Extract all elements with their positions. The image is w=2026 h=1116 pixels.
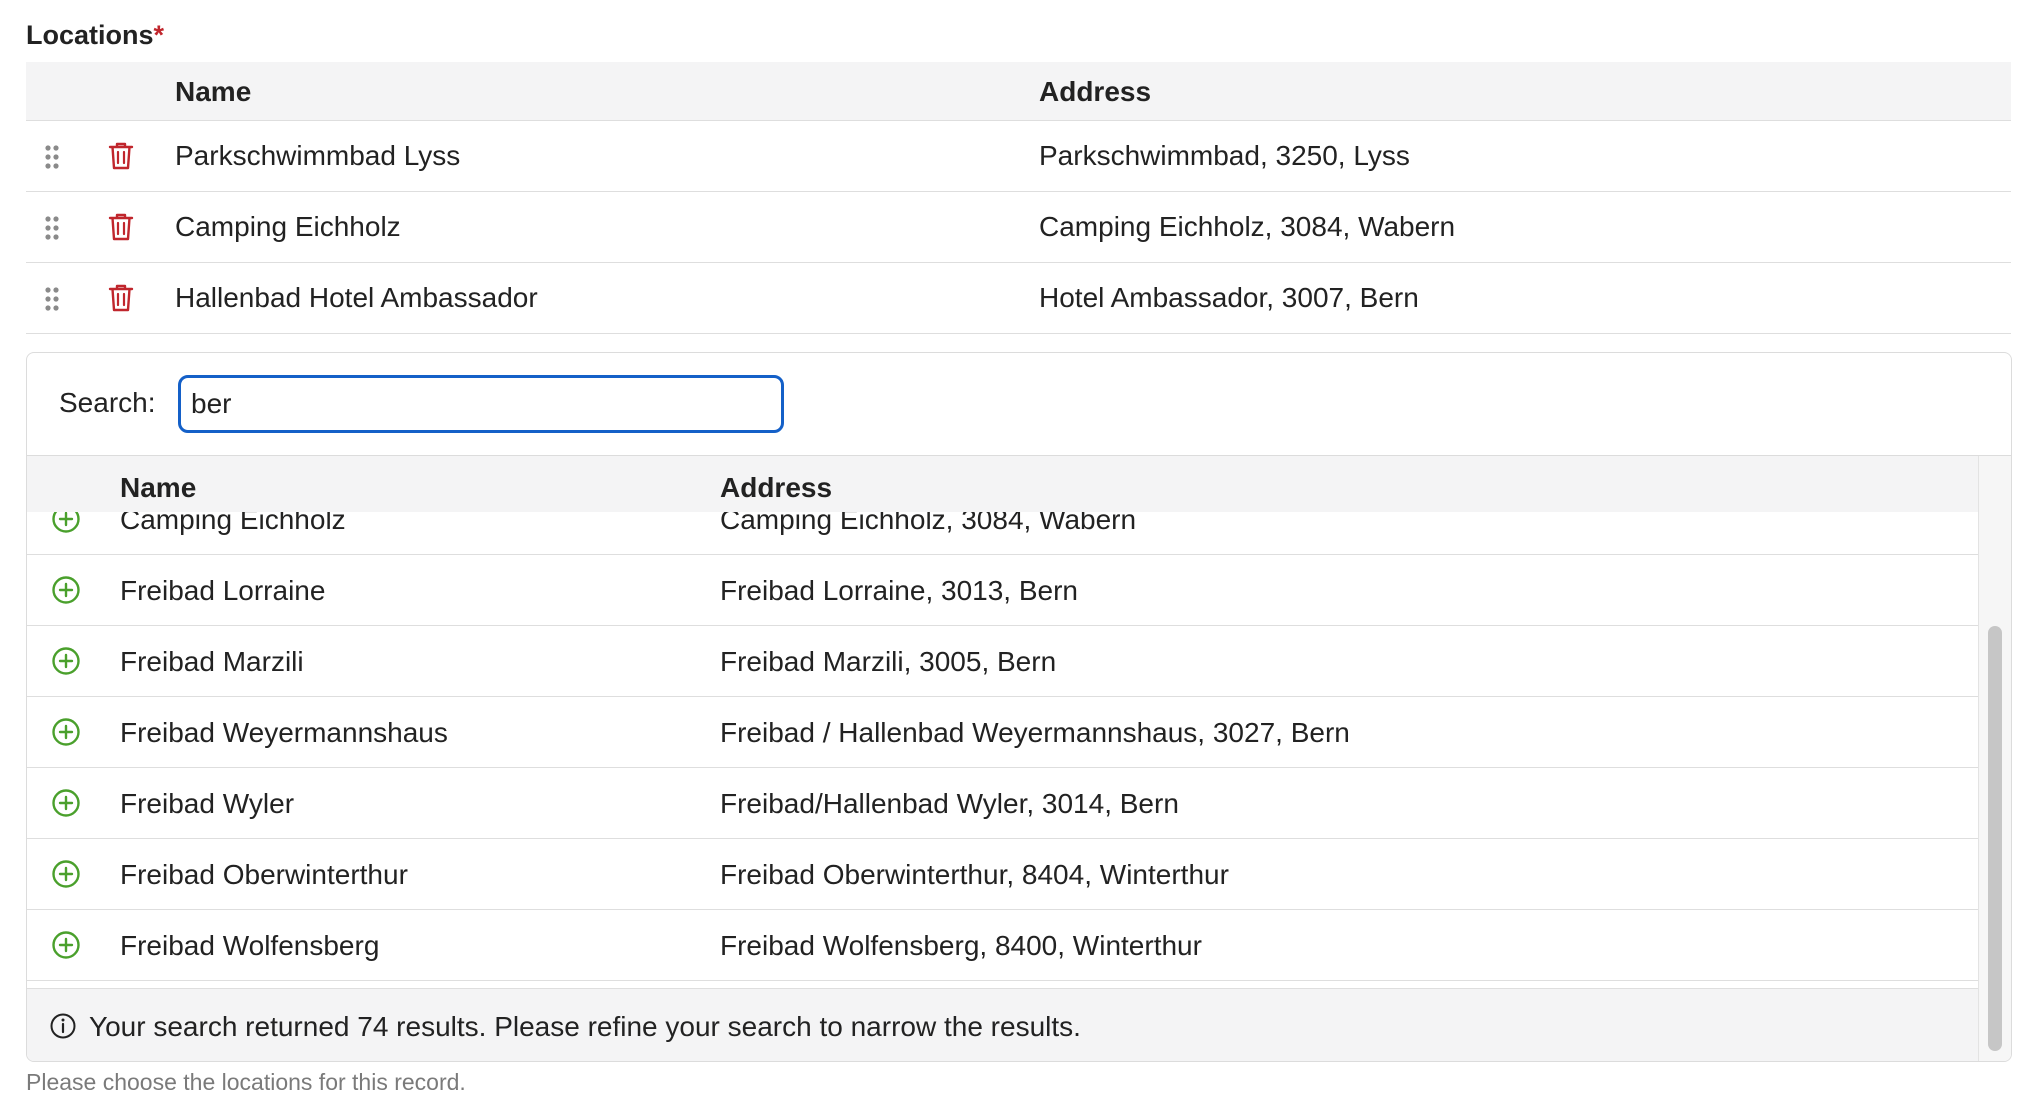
location-name: Parkschwimmbad Lyss xyxy=(175,140,461,171)
scrollbar-thumb[interactable] xyxy=(1988,626,2002,1051)
selected-locations-table: Name Address Parkschwimmbad Lyss Parkschw… xyxy=(26,62,2011,334)
field-label-text: Locations xyxy=(26,20,154,50)
result-address: Freibad/Hallenbad Wyler, 3014, Bern xyxy=(720,788,1179,819)
results-table-header: Name Address xyxy=(27,456,1978,512)
plus-circle-icon[interactable] xyxy=(51,859,81,889)
search-label: Search: xyxy=(59,387,156,418)
result-name: Freibad Oberwinterthur xyxy=(120,859,408,890)
search-result-row[interactable]: Freibad Wolfensberg Freibad Wolfensberg, … xyxy=(27,910,1978,981)
plus-circle-icon[interactable] xyxy=(51,788,81,818)
location-name: Hallenbad Hotel Ambassador xyxy=(175,282,538,313)
result-name: Freibad Lorraine xyxy=(120,575,326,606)
location-address: Hotel Ambassador, 3007, Bern xyxy=(1039,282,1419,313)
column-header-name: Name xyxy=(120,472,197,503)
results-info-text: Your search returned 74 results. Please … xyxy=(89,1011,1081,1042)
selected-location-row: Hallenbad Hotel Ambassador Hotel Ambassad… xyxy=(26,263,2011,334)
location-name: Camping Eichholz xyxy=(175,211,401,242)
location-address: Parkschwimmbad, 3250, Lyss xyxy=(1039,140,1410,171)
search-bar: Search: xyxy=(27,353,2011,456)
search-result-row[interactable]: Freibad Oberwinterthur Freibad Oberwinter… xyxy=(27,839,1978,910)
field-help-text: Please choose the locations for this rec… xyxy=(26,1069,466,1095)
selected-table-header: Name Address xyxy=(26,62,2011,121)
column-header-address: Address xyxy=(720,472,833,503)
search-result-row[interactable]: Freibad Lorraine Freibad Lorraine, 3013, … xyxy=(27,555,1978,626)
trash-icon[interactable] xyxy=(107,141,135,171)
plus-circle-icon[interactable] xyxy=(51,646,81,676)
result-name: Freibad Wyler xyxy=(120,788,295,819)
results-info-bar: Your search returned 74 results. Please … xyxy=(27,988,1978,1061)
required-marker: * xyxy=(153,20,165,50)
search-results-table: Camping Eichholz Camping Eichholz, 3084, … xyxy=(27,456,1978,988)
trash-icon[interactable] xyxy=(107,283,135,313)
result-address: Freibad / Hallenbad Weyermannshaus, 3027… xyxy=(720,717,1350,748)
drag-handle-icon[interactable] xyxy=(44,215,60,241)
result-name: Freibad Wolfensberg xyxy=(120,930,380,961)
trash-icon[interactable] xyxy=(107,212,135,242)
search-panel: Search: Camping EichholzCamping Eichholz… xyxy=(26,352,2012,1062)
plus-circle-icon[interactable] xyxy=(51,717,81,747)
result-address: Freibad Wolfensberg, 8400, Winterthur xyxy=(720,930,1202,961)
plus-circle-icon[interactable] xyxy=(51,930,81,960)
info-icon xyxy=(50,1013,76,1039)
result-address: Freibad Oberwinterthur, 8404, Winterthur xyxy=(720,859,1229,890)
result-address: Freibad Marzili, 3005, Bern xyxy=(720,646,1057,677)
plus-circle-icon[interactable] xyxy=(51,575,81,605)
column-header-name: Name xyxy=(175,76,252,107)
location-address: Camping Eichholz, 3084, Wabern xyxy=(1039,211,1456,242)
result-name: Freibad Weyermannshaus xyxy=(120,717,448,748)
drag-handle-icon[interactable] xyxy=(44,286,60,312)
search-result-row[interactable]: Freibad Weyermannshaus Freibad / Hallenba… xyxy=(27,697,1978,768)
field-label: Locations* xyxy=(26,20,164,51)
drag-handle-icon[interactable] xyxy=(44,144,60,170)
search-result-row[interactable]: Freibad Marzili Freibad Marzili, 3005, Be… xyxy=(27,626,1978,697)
result-name: Freibad Marzili xyxy=(120,646,304,677)
selected-location-row: Parkschwimmbad Lyss Parkschwimmbad, 3250,… xyxy=(26,121,2011,192)
results-scrollbar[interactable] xyxy=(1978,456,2011,1061)
search-input[interactable] xyxy=(178,375,784,433)
selected-location-row: Camping Eichholz Camping Eichholz, 3084, … xyxy=(26,192,2011,263)
result-address: Freibad Lorraine, 3013, Bern xyxy=(720,575,1078,606)
column-header-address: Address xyxy=(1039,76,1152,107)
search-result-row[interactable]: Freibad Wyler Freibad/Hallenbad Wyler, 30… xyxy=(27,768,1978,839)
